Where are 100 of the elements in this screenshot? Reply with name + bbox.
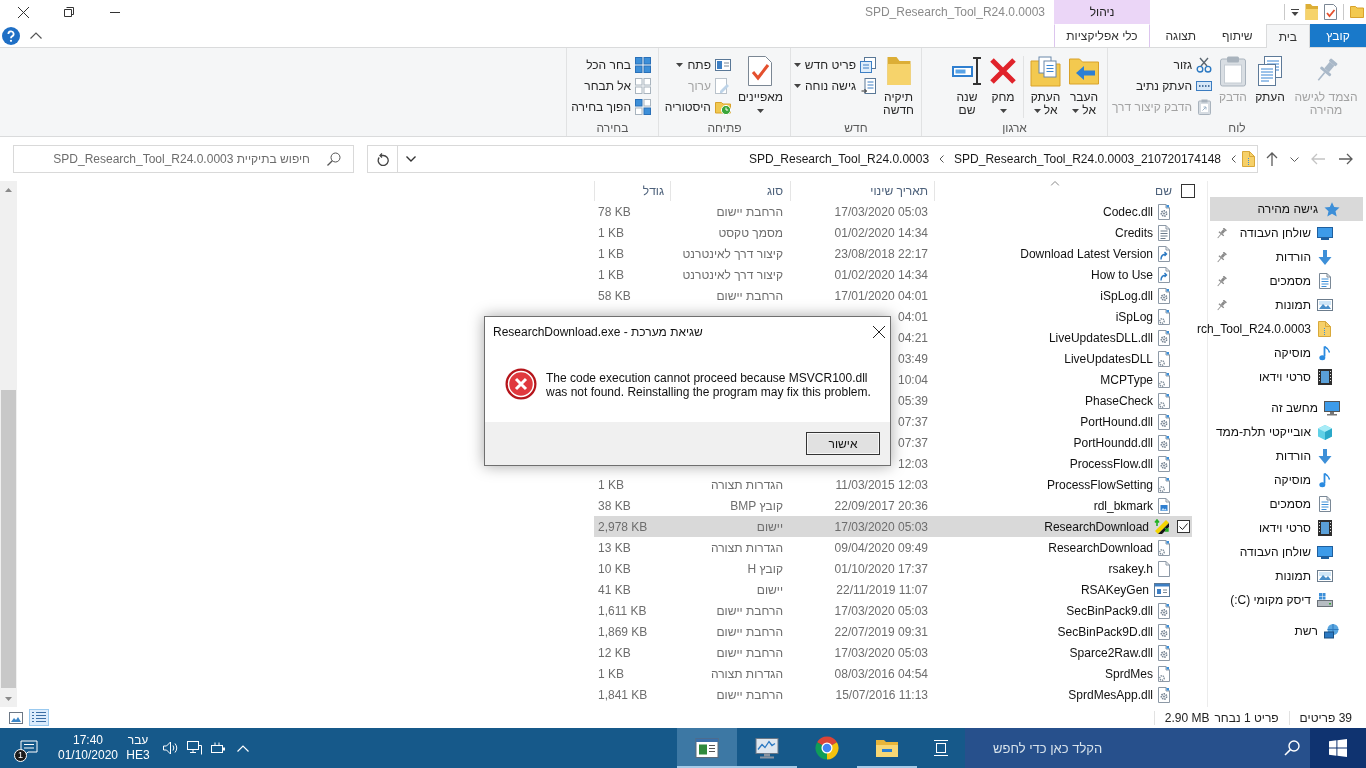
file-name[interactable]: How to Use	[1090, 267, 1153, 282]
select-all-button[interactable]: בחר הכל	[583, 54, 654, 75]
nav-item[interactable]: סרטי וידאו	[1210, 365, 1363, 389]
column-header[interactable]: שם	[934, 181, 1174, 201]
text-document-icon	[1158, 224, 1170, 241]
nav-item[interactable]: סרטי וידאו	[1210, 516, 1363, 540]
file-name[interactable]: Download Latest Version	[1020, 246, 1153, 261]
cut-button[interactable]: גזור	[1170, 54, 1215, 75]
nav-item[interactable]: אובייקטי תלת-ממד	[1210, 420, 1363, 444]
ok-button[interactable]: אישור	[806, 432, 880, 455]
easy-access-button[interactable]: גישה נוחה	[790, 75, 880, 96]
nav-item[interactable]: הורדות	[1210, 245, 1363, 269]
delete-button[interactable]: מחק	[986, 52, 1020, 119]
file-name[interactable]: SprdMes	[1104, 666, 1153, 681]
file-date: 01/10/2020 17:37	[834, 561, 928, 576]
history-button[interactable]: היסטוריה	[661, 96, 734, 117]
file-name[interactable]: ProcessFlow.dll	[1069, 456, 1153, 471]
nav-item[interactable]: רשת	[1210, 619, 1363, 643]
new-item-button[interactable]: פריט חדש	[790, 54, 880, 75]
new-folder-button[interactable]: תיקיה חדשה	[880, 52, 917, 119]
scrollbar[interactable]	[0, 181, 17, 707]
details-view-button[interactable]	[29, 709, 49, 726]
invert-selection-button[interactable]: הפוך בחירה	[568, 96, 654, 117]
file-type: הרחבת יישום	[716, 687, 783, 702]
file-name[interactable]: rsakey.h	[1108, 561, 1153, 576]
nav-item[interactable]: תמונות	[1210, 564, 1363, 588]
ribbon-tab[interactable]: שיתוף	[1209, 24, 1266, 47]
nav-item[interactable]: שולחן העבודה	[1210, 540, 1363, 564]
collapse-ribbon-button[interactable]	[30, 32, 42, 39]
gear-document-icon	[1158, 413, 1170, 430]
address-field[interactable]: SPD_Research_Tool_R24.0.0003 SPD_Research_Tool_R24.0.0003_210720174148	[397, 145, 1258, 173]
speaker-icon	[162, 741, 178, 755]
file-name[interactable]: Sparce2Raw.dll	[1069, 645, 1153, 660]
file-name[interactable]: SecBinPack9D.dll	[1057, 624, 1153, 639]
file-name[interactable]: MCPType	[1100, 372, 1153, 387]
file-name[interactable]: Codec.dll	[1102, 204, 1153, 219]
ribbon-tab[interactable]: תצוגה	[1152, 24, 1210, 47]
nav-item[interactable]: מחשב זה	[1210, 396, 1363, 420]
nav-item[interactable]: שולחן העבודה	[1210, 221, 1363, 245]
row-checkbox[interactable]	[1176, 520, 1190, 533]
file-name[interactable]: LiveUpdatesDLL.dll	[1048, 330, 1153, 345]
copy-path-button[interactable]: העתק נתיב	[1132, 75, 1215, 96]
column-header[interactable]: סוג	[670, 181, 790, 201]
nav-item[interactable]: rch_Tool_R24.0.0003	[1192, 317, 1363, 341]
properties-button[interactable]	[1324, 4, 1337, 20]
file-name[interactable]: RSAKeyGen	[1080, 582, 1149, 597]
taskbar-search-field[interactable]: הקלד כאן כדי לחפש	[965, 728, 1310, 768]
nav-item[interactable]: דיסק מקומי (C:)	[1210, 588, 1363, 612]
nav-item[interactable]: גישה מהירה	[1210, 197, 1363, 221]
file-menu-tab[interactable]: קובץ	[1310, 24, 1366, 47]
icons-view-button[interactable]	[6, 709, 26, 726]
folder-icon	[1305, 4, 1318, 20]
chevron-down-icon	[406, 156, 416, 162]
file-name[interactable]: SecBinPack9.dll	[1066, 603, 1153, 618]
file-name[interactable]: rdl_bkmark	[1093, 498, 1153, 513]
column-header[interactable]: גודל	[594, 181, 670, 201]
file-name[interactable]: Credits	[1115, 225, 1153, 240]
ribbon-tab[interactable]: בית	[1265, 24, 1310, 48]
copy-to-button[interactable]: העתק אל	[1027, 52, 1064, 119]
nav-item[interactable]: הורדות	[1210, 444, 1363, 468]
clock[interactable]: 17:40 01/10/2020	[58, 728, 118, 768]
file-name[interactable]: ProcessFlowSetting	[1046, 477, 1153, 492]
move-to-button[interactable]: העבר אל	[1065, 52, 1103, 119]
group-label: חדש	[844, 120, 868, 135]
start-button[interactable]	[1310, 728, 1366, 768]
search-field[interactable]: חיפוש בתיקיית SPD_Research_Tool_R24.0.0003	[13, 145, 354, 173]
select-none-button[interactable]: אל תבחר	[581, 75, 654, 96]
file-date: 22/07/2019 09:31	[834, 624, 928, 639]
open-button[interactable]: פתח	[673, 54, 734, 75]
nav-item[interactable]: מסמכים	[1210, 269, 1363, 293]
file-name[interactable]: LiveUpdatesDLL	[1064, 351, 1153, 366]
rename-button[interactable]: שנה שם	[949, 52, 985, 119]
file-name[interactable]: PhaseCheck	[1084, 393, 1153, 408]
refresh-button[interactable]	[367, 145, 397, 173]
breadcrumb[interactable]: SPD_Research_Tool_R24.0.0003	[745, 148, 934, 170]
file-name[interactable]: iSpLog.dll	[1100, 288, 1153, 303]
nav-item[interactable]: מוסיקה	[1210, 341, 1363, 365]
copy-button[interactable]: העתק	[1251, 52, 1289, 106]
file-name[interactable]: ResearchDownload	[1044, 519, 1149, 534]
battery-plug-icon	[210, 742, 226, 754]
file-name[interactable]: PortHound.dll	[1080, 414, 1153, 429]
file-name[interactable]: SprdMesApp.dll	[1068, 687, 1153, 702]
taskbar-app-button[interactable]	[677, 728, 737, 768]
file-type: הרחבת יישום	[716, 624, 783, 639]
nav-item[interactable]: תמונות	[1210, 293, 1363, 317]
notifications-button[interactable]: 1	[0, 728, 58, 768]
file-type: הרחבת יישום	[716, 603, 783, 618]
select-all-checkbox[interactable]	[1181, 184, 1195, 198]
help-button[interactable]	[2, 26, 20, 45]
nav-item[interactable]: מוסיקה	[1210, 468, 1363, 492]
file-name[interactable]: ResearchDownload	[1048, 540, 1153, 555]
scrollbar-thumb[interactable]	[1, 390, 16, 688]
properties-button[interactable]: מאפיינים	[734, 52, 786, 119]
nav-item[interactable]: מסמכים	[1210, 492, 1363, 516]
file-size: 1,841 KB	[598, 687, 648, 702]
column-header[interactable]: תאריך שינוי	[790, 181, 934, 201]
breadcrumb[interactable]: SPD_Research_Tool_R24.0.0003_210720174148	[950, 148, 1225, 170]
customize-toolbar-button[interactable]	[1291, 8, 1299, 16]
file-name[interactable]: PortHoundd.dll	[1073, 435, 1153, 450]
file-name[interactable]: iSpLog	[1115, 309, 1153, 324]
